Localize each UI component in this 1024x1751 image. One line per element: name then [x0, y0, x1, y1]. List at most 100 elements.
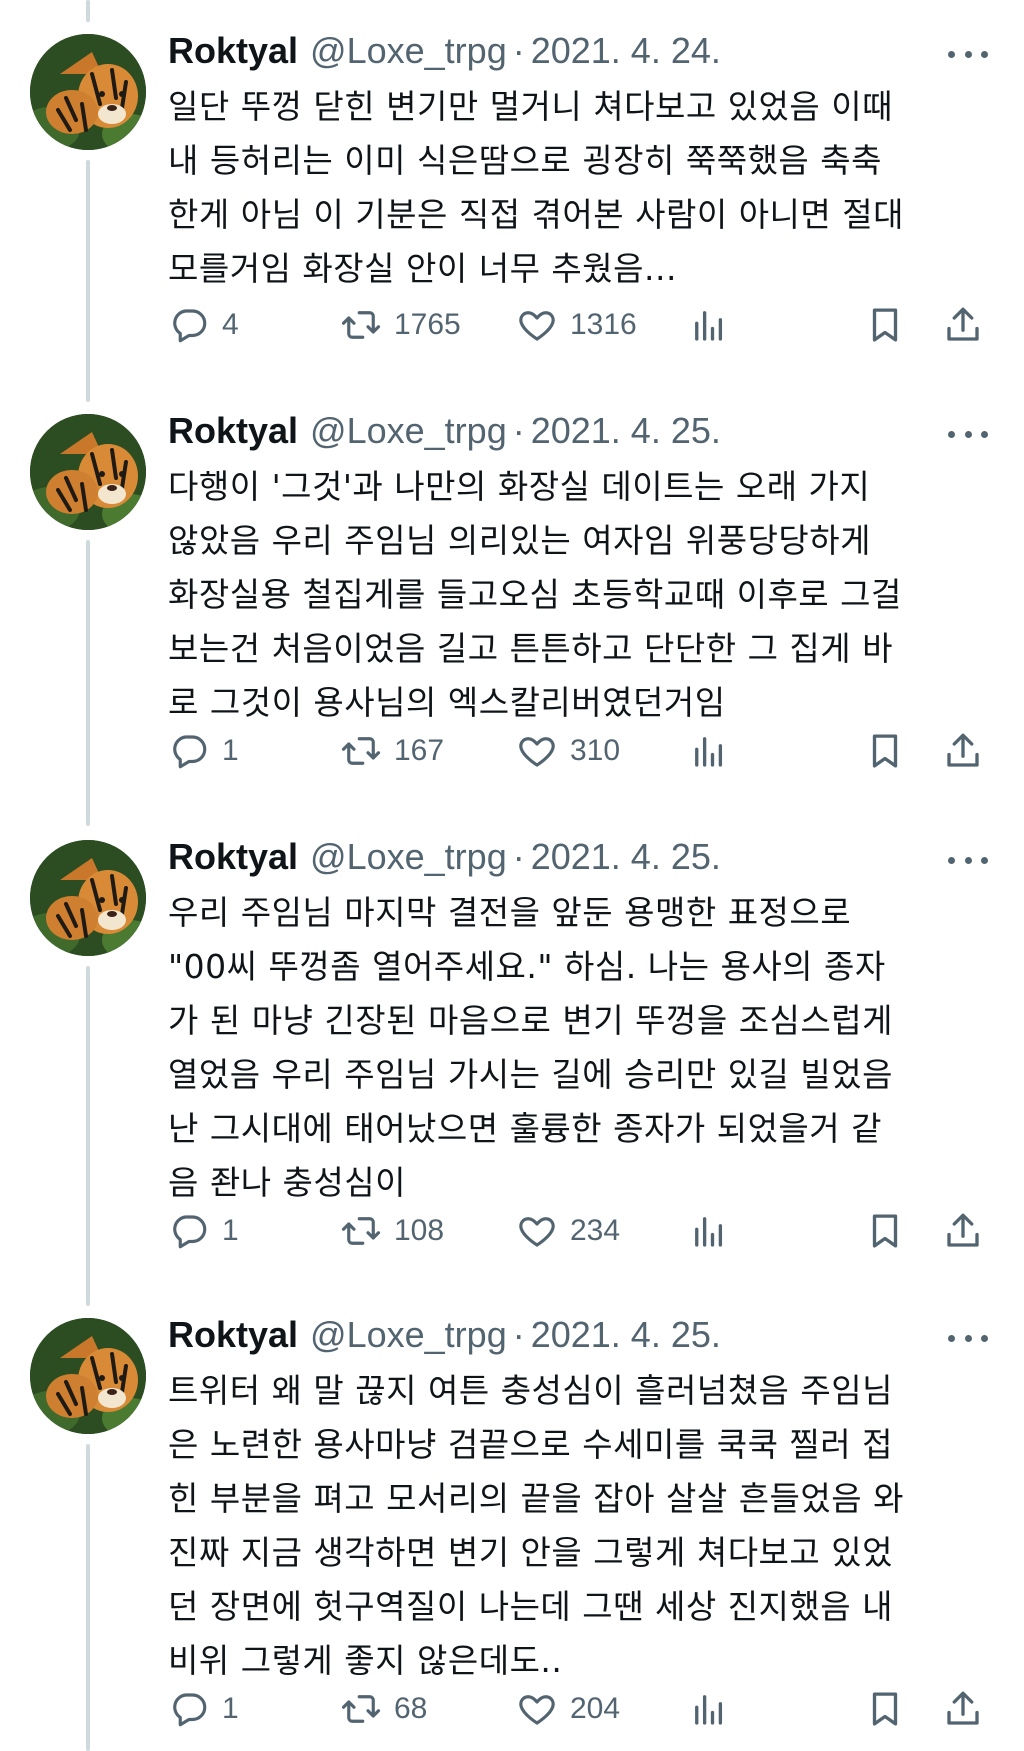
like-button[interactable]: 234	[516, 1206, 620, 1256]
tweet-text-line: "00씨 뚜껑좀 열어주세요." 하심. 나는 용사의 종자	[168, 947, 886, 986]
views-icon	[695, 1695, 723, 1725]
separator-dot: ·	[512, 410, 525, 451]
views-icon	[695, 311, 723, 341]
tweet-text: 우리 주임님 마지막 결전을 앞둔 용맹한 표정으로 "00씨 뚜껑좀 열어주세…	[168, 886, 978, 1210]
share-button[interactable]	[942, 300, 984, 350]
share-button[interactable]	[942, 1684, 984, 1734]
like-button[interactable]: 204	[516, 1684, 620, 1734]
retweet-count: 68	[394, 1692, 428, 1725]
tweet-text-line: 음 좐나 충성심이	[168, 1163, 406, 1202]
heart-icon	[519, 737, 555, 767]
tweet-text: 일단 뚜껑 닫힌 변기만 멀거니 쳐다보고 있었음 이때 내 등허리는 이미 식…	[168, 80, 978, 296]
tweet[interactable]: Roktyal @Loxe_trpg · 2021. 4. 25. 트위터 왜 …	[0, 1284, 1024, 1751]
more-icon[interactable]	[948, 1326, 988, 1350]
views-icon	[695, 737, 723, 767]
share-button[interactable]	[942, 726, 984, 776]
tweet-text-line: 힌 부분을 펴고 모서리의 끝을 잡아 살살 흔들었음 와	[168, 1479, 904, 1518]
retweet-button[interactable]: 108	[340, 1206, 444, 1256]
reply-button[interactable]: 1	[168, 1206, 239, 1256]
tweet-text-line: 로 그것이 용사님의 엑스칼리버였던거임	[168, 683, 726, 722]
retweet-button[interactable]: 1765	[340, 300, 461, 350]
author-name[interactable]: Roktyal	[168, 836, 298, 878]
like-count: 234	[570, 1214, 621, 1247]
views-icon	[695, 1217, 723, 1247]
more-icon[interactable]	[948, 848, 988, 872]
bookmark-button[interactable]	[864, 1684, 906, 1734]
author-handle[interactable]: @Loxe_trpg	[310, 30, 507, 72]
tweet-text-line: 난 그시대에 태어났으면 훌륭한 종자가 되었을거 같	[168, 1109, 882, 1148]
tweet[interactable]: Roktyal @Loxe_trpg · 2021. 4. 25. 우리 주임님…	[0, 806, 1024, 1284]
tiger-avatar-icon	[30, 840, 146, 956]
views-button[interactable]	[688, 300, 730, 350]
bookmark-button[interactable]	[864, 726, 906, 776]
tweet-date[interactable]: 2021. 4. 25.	[531, 836, 721, 878]
reply-button[interactable]: 1	[168, 1684, 239, 1734]
views-button[interactable]	[688, 1684, 730, 1734]
author-handle[interactable]: @Loxe_trpg	[310, 1314, 507, 1356]
tweet-text-line: 던 장면에 헛구역질이 나는데 그땐 세상 진지했음 내	[168, 1587, 893, 1626]
tweet-text-line: 내 등허리는 이미 식은땀으로 굉장히 쭉쭉했음 축축	[168, 141, 882, 180]
tweet-date[interactable]: 2021. 4. 25.	[531, 410, 721, 452]
like-count: 204	[570, 1692, 621, 1725]
author-handle[interactable]: @Loxe_trpg	[310, 410, 507, 452]
heart-icon	[519, 1217, 555, 1247]
tweet-text-line: 화장실용 철집게를 들고오심 초등학교때 이후로 그걸	[168, 575, 902, 614]
retweet-button[interactable]: 68	[340, 1684, 427, 1734]
tweet-header: Roktyal @Loxe_trpg · 2021. 4. 25.	[168, 410, 721, 456]
avatar[interactable]	[30, 1318, 146, 1434]
tweet-actions: 1 108 234	[168, 1206, 988, 1256]
like-count: 1316	[570, 308, 637, 341]
heart-icon	[519, 1695, 555, 1725]
tweet-text-line: 다행이 '그것'과 나만의 화장실 데이트는 오래 가지	[168, 467, 871, 506]
bookmark-icon	[872, 1214, 898, 1248]
author-name[interactable]: Roktyal	[168, 30, 298, 72]
tweet[interactable]: Roktyal @Loxe_trpg · 2021. 4. 24. 일단 뚜껑 …	[0, 0, 1024, 380]
tweet-text-line: 트위터 왜 말 끊지 여튼 충성심이 흘러넘쳤음 주임님	[168, 1371, 893, 1410]
avatar[interactable]	[30, 414, 146, 530]
tweet-text-line: 모를거임 화장실 안이 너무 추웠음...	[168, 249, 677, 288]
tweet-text: 트위터 왜 말 끊지 여튼 충성심이 흘러넘쳤음 주임님 은 노련한 용사마냥 …	[168, 1364, 978, 1688]
reply-button[interactable]: 1	[168, 726, 239, 776]
avatar[interactable]	[30, 34, 146, 150]
tweet-text-line: 보는건 처음이었음 길고 튼튼하고 단단한 그 집게 바	[168, 629, 893, 668]
tweet-text-line: 가 된 마냥 긴장된 마음으로 변기 뚜껑을 조심스럽게	[168, 1001, 893, 1040]
reply-icon	[173, 1693, 207, 1727]
author-name[interactable]: Roktyal	[168, 410, 298, 452]
tweet-date[interactable]: 2021. 4. 24.	[531, 30, 721, 72]
separator-dot: ·	[512, 30, 525, 71]
views-button[interactable]	[688, 726, 730, 776]
reply-count: 4	[222, 308, 239, 341]
share-button[interactable]	[942, 1206, 984, 1256]
views-button[interactable]	[688, 1206, 730, 1256]
retweet-button[interactable]: 167	[340, 726, 444, 776]
tweet-actions: 1 167 310	[168, 726, 988, 776]
bookmark-button[interactable]	[864, 300, 906, 350]
avatar[interactable]	[30, 840, 146, 956]
retweet-icon	[341, 1695, 381, 1723]
reply-icon	[173, 1215, 207, 1249]
tweet-text-line: 일단 뚜껑 닫힌 변기만 멀거니 쳐다보고 있었음 이때	[168, 87, 893, 126]
bookmark-button[interactable]	[864, 1206, 906, 1256]
tiger-avatar-icon	[30, 34, 146, 150]
like-button[interactable]: 1316	[516, 300, 637, 350]
tweet-date[interactable]: 2021. 4. 25.	[531, 1314, 721, 1356]
separator-dot: ·	[512, 836, 525, 877]
tweet-text: 다행이 '그것'과 나만의 화장실 데이트는 오래 가지 않았음 우리 주임님 …	[168, 460, 978, 730]
tweet[interactable]: Roktyal @Loxe_trpg · 2021. 4. 25. 다행이 '그…	[0, 380, 1024, 806]
tweet-header: Roktyal @Loxe_trpg · 2021. 4. 25.	[168, 1314, 721, 1360]
author-name[interactable]: Roktyal	[168, 1314, 298, 1356]
reply-count: 1	[222, 1692, 239, 1725]
reply-button[interactable]: 4	[168, 300, 239, 350]
author-handle[interactable]: @Loxe_trpg	[310, 836, 507, 878]
more-icon[interactable]	[948, 42, 988, 66]
retweet-count: 108	[394, 1214, 445, 1247]
tweet-text-line: 진짜 지금 생각하면 변기 안을 그렇게 쳐다보고 있었	[168, 1533, 893, 1572]
heart-icon	[519, 311, 555, 341]
tweet-actions: 1 68 204	[168, 1684, 988, 1734]
more-icon[interactable]	[948, 422, 988, 446]
reply-count: 1	[222, 734, 239, 767]
like-button[interactable]: 310	[516, 726, 620, 776]
tweet-text-line: 우리 주임님 마지막 결전을 앞둔 용맹한 표정으로	[168, 893, 852, 932]
tweet-actions: 4 1765 1316	[168, 300, 988, 350]
share-icon	[947, 307, 979, 341]
